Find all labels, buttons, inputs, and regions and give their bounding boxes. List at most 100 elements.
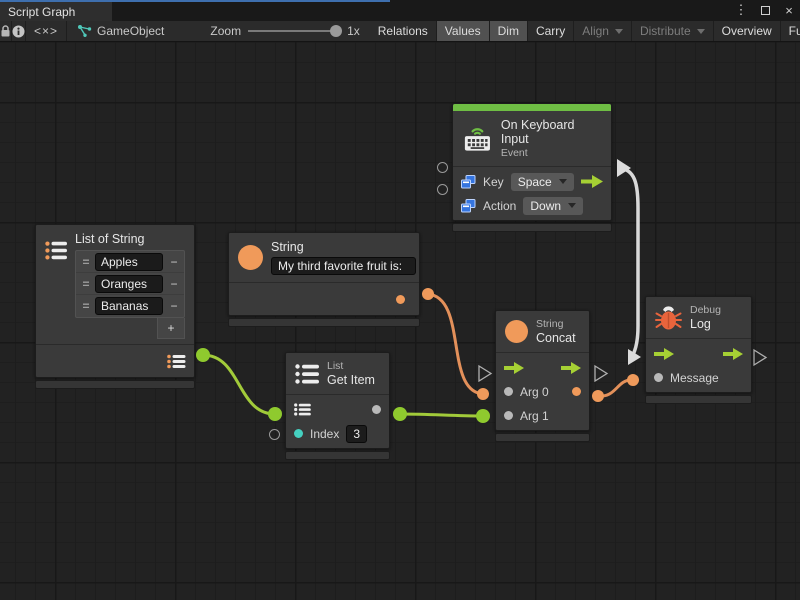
enum-type-icon: [461, 175, 476, 189]
list-item-row: = Apples −: [76, 251, 184, 273]
node-footer: [35, 380, 195, 389]
gameobject-reference[interactable]: GameObject: [67, 21, 174, 41]
port-dot-getitem-output[interactable]: [393, 407, 407, 421]
list-icon: [45, 238, 67, 263]
code-view-button[interactable]: <×>: [26, 21, 67, 41]
key-value: Space: [518, 175, 552, 189]
flow-port-triangle: [595, 366, 607, 381]
menu-icon[interactable]: ⋮: [734, 2, 748, 18]
message-label: Message: [670, 371, 719, 385]
node-string-literal[interactable]: String My third favorite fruit is:: [228, 232, 420, 327]
index-value-field[interactable]: 3: [346, 425, 367, 443]
align-button[interactable]: Align: [574, 21, 632, 41]
node-category: Debug: [690, 304, 721, 316]
graph-canvas[interactable]: On Keyboard Input Event Key Space: [0, 42, 800, 600]
drag-handle-icon[interactable]: =: [80, 255, 92, 269]
zoom-slider-handle[interactable]: [330, 25, 342, 37]
key-dropdown[interactable]: Space: [511, 173, 574, 191]
info-button[interactable]: [12, 21, 26, 41]
node-on-keyboard-input[interactable]: On Keyboard Input Event Key Space: [452, 103, 612, 232]
wire-getitem-to-concat: [400, 414, 483, 416]
string-output-port[interactable]: [396, 295, 405, 304]
node-footer: [645, 395, 752, 404]
wire-list-to-getitem: [203, 355, 275, 414]
flow-input-arrow-icon[interactable]: [654, 348, 674, 360]
overview-button[interactable]: Overview: [714, 21, 781, 41]
node-debug-log[interactable]: Debug Log Message: [645, 296, 752, 404]
action-dropdown[interactable]: Down: [523, 197, 583, 215]
remove-item-button[interactable]: −: [166, 255, 182, 269]
node-footer: [228, 318, 420, 327]
drag-handle-icon[interactable]: =: [80, 299, 92, 313]
port-ring-key[interactable]: [437, 162, 448, 173]
zoom-control: Zoom 1x: [174, 21, 369, 41]
node-title: On Keyboard Input: [501, 118, 602, 146]
remove-item-button[interactable]: −: [166, 277, 182, 291]
close-icon[interactable]: ×: [782, 2, 796, 18]
port-dot-getitem-list-input[interactable]: [268, 407, 282, 421]
result-output-port[interactable]: [572, 387, 581, 396]
code-icon: <×>: [34, 24, 58, 38]
list-item-field[interactable]: Bananas: [95, 297, 163, 315]
node-footer: [495, 433, 590, 442]
port-dot-list-output[interactable]: [196, 348, 210, 362]
port-dot-concat-result-output[interactable]: [592, 390, 604, 402]
node-title: Concat: [536, 331, 576, 345]
node-title: Get Item: [327, 373, 375, 387]
bug-icon: [655, 305, 682, 331]
node-list-of-string[interactable]: List of String = Apples − = Oranges: [35, 224, 195, 389]
relations-button[interactable]: Relations: [370, 21, 437, 41]
enum-type-icon: [461, 199, 476, 213]
add-item-button[interactable]: +: [157, 318, 185, 339]
port-dot-log-message-input[interactable]: [627, 374, 639, 386]
port-ring-index[interactable]: [269, 429, 280, 440]
node-title: List of String: [75, 232, 185, 246]
item-output-port[interactable]: [372, 405, 381, 414]
flow-output-arrow-icon[interactable]: [723, 348, 743, 360]
arg1-input-port[interactable]: [504, 411, 513, 420]
flow-output-arrow-icon[interactable]: [561, 362, 581, 374]
graph-toolbar: <×> GameObject Zoom 1x Relations Values …: [0, 21, 800, 42]
zoom-value: 1x: [347, 24, 360, 38]
node-concat[interactable]: String Concat Arg 0: [495, 310, 590, 442]
message-input-port[interactable]: [654, 373, 663, 382]
key-label: Key: [483, 175, 504, 189]
node-footer: [285, 451, 390, 460]
keyboard-icon: [462, 125, 493, 153]
node-get-item[interactable]: List Get Item Index 3: [285, 352, 390, 460]
distribute-button[interactable]: Distribute: [632, 21, 714, 41]
list-input-port-icon[interactable]: [294, 403, 311, 416]
action-value: Down: [530, 199, 561, 213]
dim-button[interactable]: Dim: [490, 21, 528, 41]
wire-start-arrow: [617, 159, 631, 177]
list-item-row: = Bananas −: [76, 295, 184, 317]
port-dot-concat-arg1-input[interactable]: [476, 409, 490, 423]
values-button[interactable]: Values: [437, 21, 490, 41]
flow-input-arrow-icon[interactable]: [504, 362, 524, 374]
fullscreen-button[interactable]: Full Screen: [781, 21, 800, 41]
lock-button[interactable]: [0, 21, 12, 41]
flow-output-arrow-icon[interactable]: [581, 175, 603, 188]
node-category: List: [327, 360, 375, 372]
port-ring-action[interactable]: [437, 184, 448, 195]
chevron-down-icon: [568, 203, 576, 208]
arg0-input-port[interactable]: [504, 387, 513, 396]
carry-button[interactable]: Carry: [528, 21, 574, 41]
list-editor: = Apples − = Oranges − = Ban: [75, 250, 185, 318]
drag-handle-icon[interactable]: =: [80, 277, 92, 291]
port-dot-concat-arg0-input[interactable]: [477, 388, 489, 400]
index-input-port[interactable]: [294, 429, 303, 438]
port-dot-string-output[interactable]: [422, 288, 434, 300]
list-item-row: = Oranges −: [76, 273, 184, 295]
remove-item-button[interactable]: −: [166, 299, 182, 313]
tab-script-graph[interactable]: Script Graph: [0, 2, 112, 21]
string-value-field[interactable]: My third favorite fruit is:: [271, 257, 416, 275]
list-item-field[interactable]: Apples: [95, 253, 163, 271]
maximize-icon[interactable]: [758, 2, 772, 18]
list-item-field[interactable]: Oranges: [95, 275, 163, 293]
flow-port-triangle: [479, 366, 491, 381]
node-subtitle: Event: [501, 147, 602, 159]
arg0-label: Arg 0: [520, 385, 549, 399]
list-output-port-icon[interactable]: [167, 354, 186, 369]
zoom-slider[interactable]: [248, 30, 340, 32]
